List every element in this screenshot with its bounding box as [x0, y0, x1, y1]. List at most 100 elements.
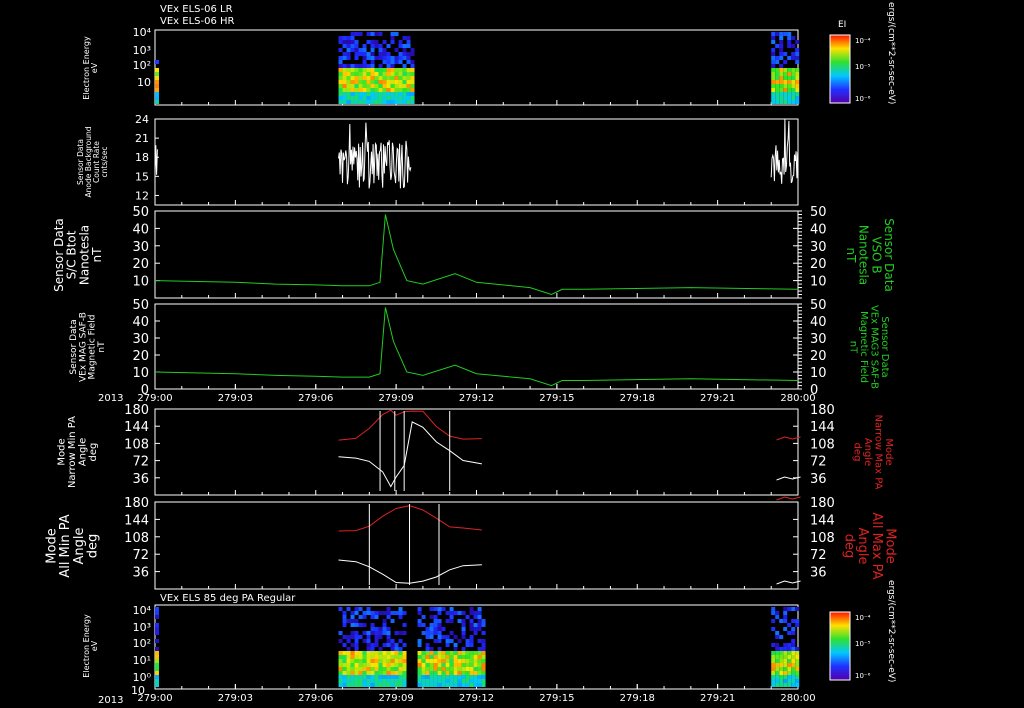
y-tick-label-right: 180 [810, 496, 835, 511]
spectrogram-cell [398, 76, 403, 80]
spectrogram-cell [394, 96, 399, 100]
time-tick-label: 279:12 [459, 393, 494, 404]
spectrogram-cell [382, 68, 387, 72]
spectrogram-cell [469, 655, 474, 659]
spectrogram-cell [791, 683, 796, 687]
spectrogram-cell [791, 639, 796, 643]
spectrogram-cell [429, 607, 434, 611]
spectrogram-cell [441, 675, 446, 679]
spectrogram-cell [342, 52, 347, 56]
spectrogram-cell [394, 683, 399, 687]
spectrogram-cell [338, 100, 343, 104]
spectrogram-cell [398, 651, 403, 655]
spectrogram-cell [342, 44, 347, 48]
spectrogram-cell [791, 671, 796, 675]
spectrogram-cell [378, 56, 383, 60]
spectrogram-cell [779, 44, 784, 48]
spectrogram-cell [783, 671, 788, 675]
spectrogram-cell [366, 88, 371, 92]
spectrogram-cell [370, 64, 375, 68]
spectrogram-cell [374, 675, 379, 679]
spectrogram-cell [342, 64, 347, 68]
spectrogram-cell [390, 72, 395, 76]
spectrogram-cell [374, 679, 379, 683]
spectrogram-cell [338, 663, 343, 667]
spectrogram-cell [378, 64, 383, 68]
spectrogram-cell [779, 635, 784, 639]
spectrogram-cell [775, 667, 780, 671]
spectrogram-cell [382, 667, 387, 671]
spectrogram-cell [366, 679, 371, 683]
spectrogram-cell [425, 647, 430, 651]
y-tick-label: 108 [124, 531, 149, 546]
spectrogram-cell [481, 671, 486, 675]
y-axis-label: Mode [56, 438, 67, 465]
spectrogram-cell [366, 651, 371, 655]
time-tick-label: 279:03 [218, 393, 253, 404]
spectrogram-cell [429, 651, 434, 655]
spectrogram-cell [783, 683, 788, 687]
y-axis-label: Angle [77, 438, 88, 466]
spectrogram-cell [783, 679, 788, 683]
spectrogram-cell [374, 627, 379, 631]
y-tick-label-right: 72 [810, 455, 827, 470]
spectrogram-cell [358, 96, 363, 100]
spectrogram-cell [378, 52, 383, 56]
spectrogram-cell [791, 76, 796, 80]
y-tick-label-right: 36 [810, 472, 827, 487]
spectrogram-cell [425, 659, 430, 663]
y-axis-label-right: VEx MAG3 SAF-B [868, 305, 879, 389]
spectrogram-cell [779, 76, 784, 80]
spectrogram-cell [155, 84, 159, 88]
spectrogram-cell [417, 683, 422, 687]
spectrogram-cell [354, 76, 359, 80]
time-tick-label: 279:21 [700, 693, 735, 704]
spectrogram-cell [417, 607, 422, 611]
spectrogram-cell [787, 40, 792, 44]
spectrogram-cell [787, 36, 792, 40]
spectrogram-cell [437, 663, 442, 667]
spectrogram-cell [461, 611, 466, 615]
spectrogram-cell [787, 92, 792, 96]
y-tick-label-right: 144 [810, 513, 835, 528]
spectrogram-cell [354, 655, 359, 659]
spectrogram-cell [775, 655, 780, 659]
spectrogram-cell [346, 96, 351, 100]
spectrogram-cell [461, 651, 466, 655]
spectrogram-cell [386, 635, 391, 639]
spectrogram-cell [791, 68, 796, 72]
spectrogram-cell [370, 615, 375, 619]
spectrogram-cell [338, 60, 343, 64]
spectrogram-cell [465, 659, 470, 663]
spectrogram-cell [457, 611, 462, 615]
spectrogram-cell [453, 683, 458, 687]
spectrogram-cell [366, 647, 371, 651]
spectrogram-cell [449, 607, 454, 611]
spectrogram-cell [354, 683, 359, 687]
spectrogram-cell [779, 88, 784, 92]
spectrogram-cell [338, 40, 343, 44]
spectrogram-cell [406, 96, 411, 100]
spectrogram-cell [350, 64, 355, 68]
spectrogram-cell [342, 623, 347, 627]
spectrogram-cell [477, 675, 482, 679]
spectrogram-cell [354, 72, 359, 76]
spectrogram-cell [433, 623, 438, 627]
spectrogram-cell [366, 659, 371, 663]
spectrogram-cell [366, 663, 371, 667]
spectrogram-cell [779, 96, 784, 100]
spectrogram-cell [795, 72, 800, 76]
spectrogram-cell [406, 92, 411, 96]
spectrogram-cell [421, 683, 426, 687]
spectrogram-cell [461, 619, 466, 623]
spectrogram-cell [481, 683, 486, 687]
spectrogram-cell [433, 651, 438, 655]
spectrogram-cell [354, 619, 359, 623]
spectrogram-cell [342, 56, 347, 60]
spectrogram-cell [791, 36, 796, 40]
spectrogram-cell [775, 615, 780, 619]
spectrogram-cell [394, 84, 399, 88]
spectrogram-cell [469, 619, 474, 623]
time-tick-label: 279:06 [298, 693, 333, 704]
spectrogram-cell [398, 84, 403, 88]
